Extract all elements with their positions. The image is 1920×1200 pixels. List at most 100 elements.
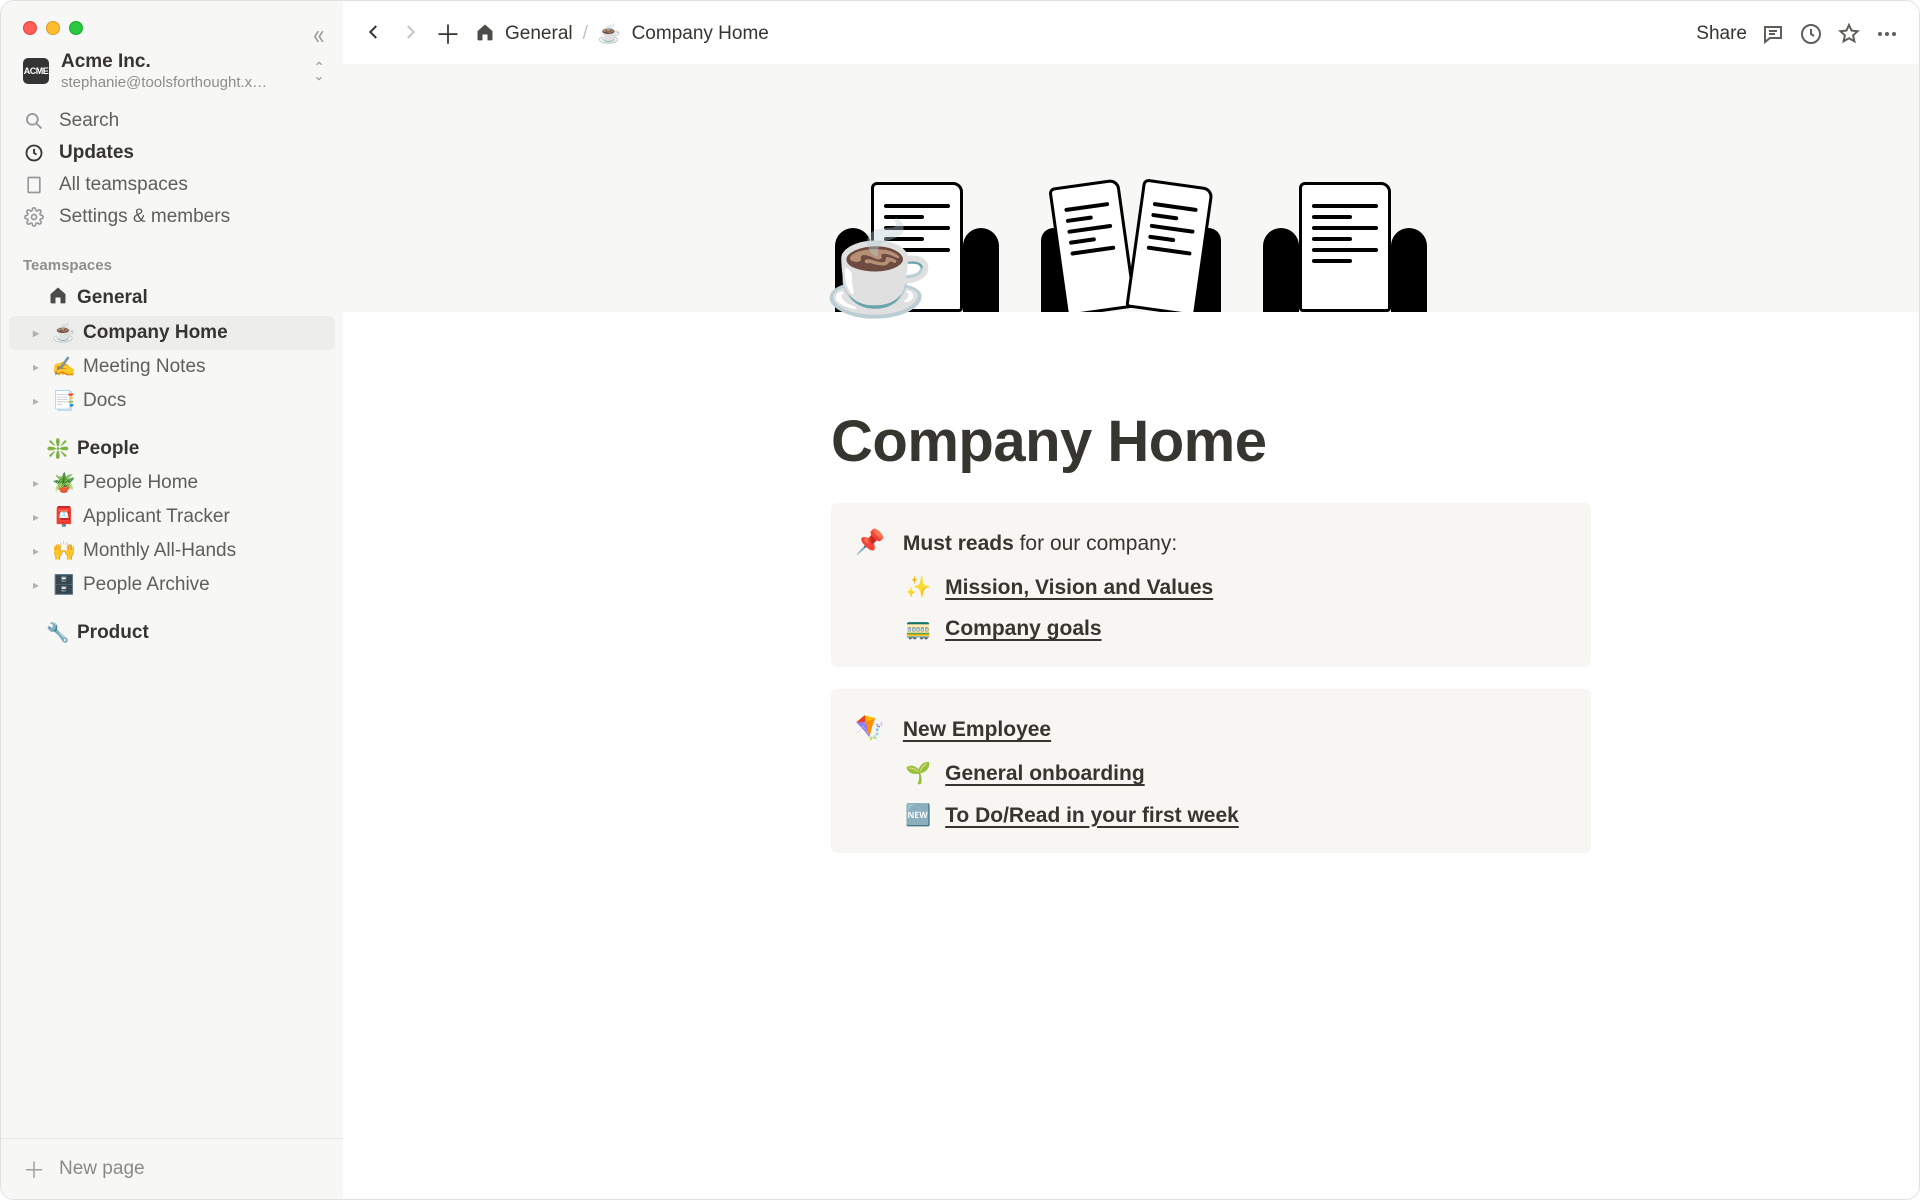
chevron-up-down-icon: ⌃⌃ (313, 64, 325, 78)
sidebar-page-monthly-all-hands[interactable]: ▸ 🙌 Monthly All-Hands (9, 534, 335, 568)
page-emoji-icon: 🙌 (51, 539, 77, 563)
page-emoji-icon: 📑 (51, 389, 77, 413)
page-content: Company Home 📌 Must reads for our company… (343, 312, 1919, 1199)
breadcrumb-page[interactable]: Company Home (632, 23, 769, 45)
teamspace-general[interactable]: ▸General (9, 280, 335, 316)
item-emoji-icon: ✨ (905, 570, 931, 606)
teamspaces-section-label: Teamspaces (1, 243, 343, 280)
chevron-right-icon[interactable]: ▸ (27, 394, 45, 408)
history-icon[interactable] (1799, 22, 1823, 46)
sidebar-settings-label: Settings & members (59, 206, 230, 228)
workspace-icon: ACME (23, 58, 49, 84)
page-emoji-icon: ☕ (51, 321, 77, 345)
item-emoji-icon: 🆕 (905, 798, 931, 834)
sidebar: « ACME Acme Inc. stephanie@toolsforthoug… (1, 1, 343, 1199)
teamspace-label: People (77, 438, 139, 460)
nav-back-button[interactable] (363, 20, 385, 48)
teamspace-icon: ❇️ (45, 437, 71, 461)
house-icon (45, 285, 71, 311)
callout-link-item[interactable]: ✨ Mission, Vision and Values (905, 570, 1567, 606)
item-emoji-icon: 🌱 (905, 756, 931, 792)
chevron-right-icon[interactable]: ▸ (27, 476, 45, 490)
teamspace-people[interactable]: ▸❇️People (9, 432, 335, 466)
sidebar-updates[interactable]: Updates (11, 137, 333, 169)
sidebar-settings[interactable]: Settings & members (11, 201, 333, 233)
topbar: ＋ General / ☕ Company Home Share (343, 1, 1919, 64)
new-page-button[interactable]: ＋ New page (1, 1138, 343, 1199)
sidebar-search[interactable]: Search (11, 105, 333, 137)
main-area: ＋ General / ☕ Company Home Share (343, 1, 1919, 1199)
sidebar-page-label: Meeting Notes (83, 356, 206, 378)
page-icon[interactable]: ☕ (823, 225, 935, 315)
sidebar-updates-label: Updates (59, 142, 134, 164)
teamspace-tree: ▸General▸☕Company Home▸✍️Meeting Notes▸📑… (1, 280, 343, 650)
callout-link-label: Mission, Vision and Values (945, 570, 1213, 606)
close-window-button[interactable] (23, 21, 37, 35)
house-icon (475, 22, 495, 46)
breadcrumb: General / ☕ Company Home (475, 22, 769, 46)
sidebar-page-people-archive[interactable]: ▸🗄️People Archive (9, 568, 335, 602)
sidebar-page-label: Company Home (83, 322, 228, 344)
callout-link-label: To Do/Read in your first week (945, 798, 1239, 834)
page-title[interactable]: Company Home (831, 408, 1591, 475)
callout-emoji-icon: 📌 (855, 523, 885, 564)
sidebar-page-label: Docs (83, 390, 126, 412)
callout-heading-link[interactable]: New Employee (903, 718, 1051, 741)
chevron-right-icon[interactable]: ▸ (27, 544, 45, 558)
comments-icon[interactable] (1761, 22, 1785, 46)
teamspace-label: Product (77, 622, 149, 644)
teamspace-label: General (77, 287, 148, 309)
workspace-switcher[interactable]: ACME Acme Inc. stephanie@toolsforthought… (1, 35, 343, 101)
chevron-right-icon[interactable]: ▸ (27, 578, 45, 592)
sidebar-all-teamspaces[interactable]: All teamspaces (11, 169, 333, 201)
sidebar-page-docs[interactable]: ▸ 📑 Docs (9, 384, 335, 418)
sidebar-all-teamspaces-label: All teamspaces (59, 174, 188, 196)
breadcrumb-separator: / (583, 23, 588, 45)
cover-image[interactable] (343, 64, 1919, 312)
gear-icon (23, 207, 45, 227)
callout-block[interactable]: 🪁 New Employee 🌱 General onboarding 🆕 To Do/R… (831, 689, 1591, 853)
maximize-window-button[interactable] (69, 21, 83, 35)
breadcrumb-page-emoji: ☕ (598, 22, 622, 46)
callout-link-label: General onboarding (945, 756, 1145, 792)
window-controls (1, 1, 343, 35)
minimize-window-button[interactable] (46, 21, 60, 35)
sidebar-page-meeting-notes[interactable]: ▸✍️Meeting Notes (9, 350, 335, 384)
callout-emoji-icon: 🪁 (855, 709, 885, 750)
nav-forward-button[interactable] (399, 20, 421, 48)
teamspace-product[interactable]: ▸🔧Product (9, 616, 335, 650)
breadcrumb-root[interactable]: General (505, 23, 573, 45)
sidebar-search-label: Search (59, 110, 119, 132)
new-page-label: New page (59, 1158, 145, 1180)
item-emoji-icon: 🚃 (905, 611, 931, 647)
collapse-sidebar-button[interactable]: « (314, 19, 325, 51)
search-icon (23, 111, 45, 131)
callout-link-item[interactable]: 🌱 General onboarding (905, 756, 1567, 792)
workspace-name: Acme Inc. (61, 51, 301, 74)
page-emoji-icon: 🗄️ (51, 573, 77, 597)
sidebar-page-label: Applicant Tracker (83, 506, 230, 528)
share-button[interactable]: Share (1696, 23, 1747, 45)
more-icon[interactable] (1875, 22, 1899, 46)
callout-heading: Must reads for our company: (903, 526, 1177, 562)
page-emoji-icon: 🪴 (51, 471, 77, 495)
sidebar-page-people-home[interactable]: ▸ 🪴 People Home (9, 466, 335, 500)
plus-icon: ＋ (23, 1153, 45, 1185)
sidebar-page-label: Monthly All-Hands (83, 540, 236, 562)
building-icon (23, 175, 45, 195)
sidebar-page-company-home[interactable]: ▸ ☕ Company Home (9, 316, 335, 350)
chevron-right-icon[interactable]: ▸ (27, 326, 45, 340)
sidebar-page-applicant-tracker[interactable]: ▸ 📮 Applicant Tracker (9, 500, 335, 534)
new-tab-button[interactable]: ＋ (435, 15, 461, 52)
chevron-right-icon[interactable]: ▸ (27, 360, 45, 374)
page-emoji-icon: 📮 (51, 505, 77, 529)
callout-link-item[interactable]: 🆕 To Do/Read in your first week (905, 798, 1567, 834)
callout-link-label: Company goals (945, 611, 1101, 647)
callout-link-item[interactable]: 🚃 Company goals (905, 611, 1567, 647)
sidebar-page-label: People Home (83, 472, 198, 494)
chevron-right-icon[interactable]: ▸ (27, 510, 45, 524)
favorite-icon[interactable] (1837, 22, 1861, 46)
callout-block[interactable]: 📌 Must reads for our company: ✨ Mission, Vi… (831, 503, 1591, 667)
teamspace-icon: 🔧 (45, 621, 71, 645)
workspace-email: stephanie@toolsforthought.x… (61, 74, 291, 91)
